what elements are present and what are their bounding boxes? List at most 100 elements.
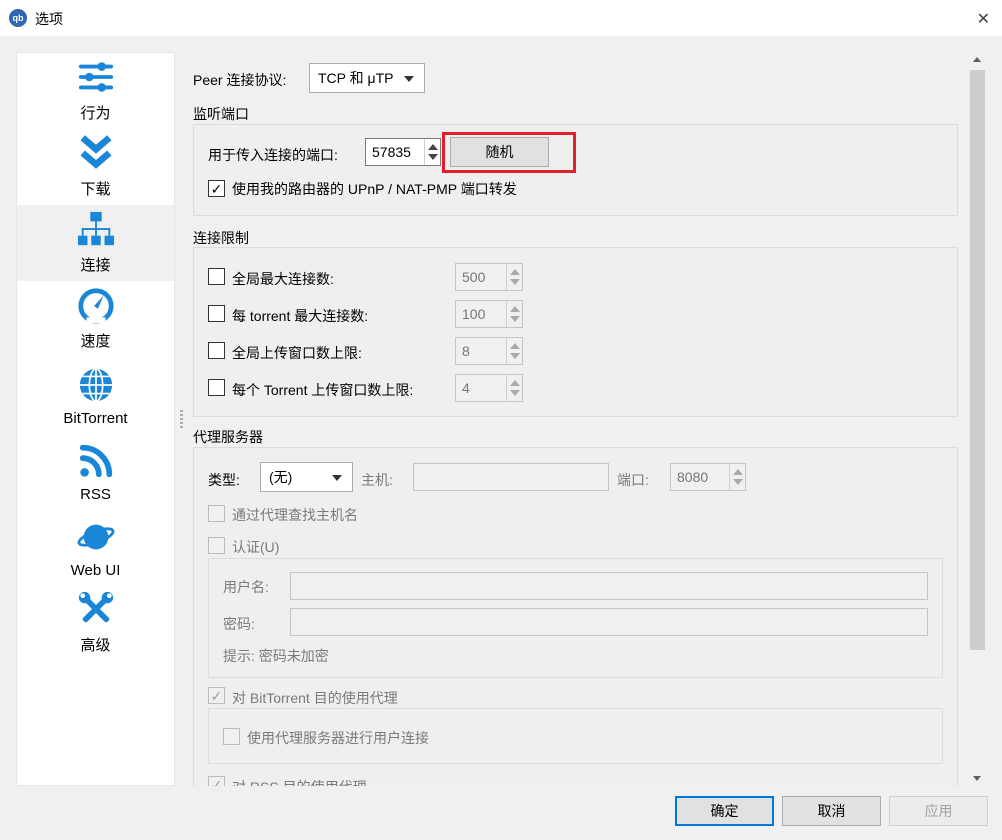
proxy-peer-connections-label: 使用代理服务器进行用户连接 <box>247 730 429 746</box>
per-torrent-max-connections-spinbox[interactable]: 100 <box>455 300 523 328</box>
sidebar-item-connection[interactable]: 连接 <box>17 205 174 281</box>
sidebar-item-speed[interactable]: 速度 <box>17 281 174 357</box>
close-icon[interactable]: ✕ <box>977 9 990 29</box>
spin-down-icon[interactable] <box>510 390 520 396</box>
incoming-port-value: 57835 <box>372 144 411 160</box>
spin-up-icon[interactable] <box>733 469 743 475</box>
title-bar: qb 选项 ✕ <box>0 0 1002 36</box>
sidebar-item-bittorrent[interactable]: BitTorrent <box>17 357 174 433</box>
sidebar-item-label: BitTorrent <box>63 410 128 427</box>
connection-settings-panel: Peer 连接协议: TCP 和 μTP 监听端口 用于传入连接的端口: 578… <box>180 52 967 786</box>
checkmark-icon: ✓ <box>210 776 223 787</box>
per-torrent-upload-slots-spinbox[interactable]: 4 <box>455 374 523 402</box>
scroll-up-icon[interactable] <box>973 57 981 62</box>
proxy-host-label: 主机: <box>361 472 393 488</box>
sidebar-item-label: RSS <box>80 486 111 503</box>
proxy-hostname-lookup-checkbox[interactable] <box>208 505 225 522</box>
sidebar-item-rss[interactable]: RSS <box>17 433 174 509</box>
sidebar-item-label: 高级 <box>80 637 111 654</box>
speedometer-icon <box>77 288 114 324</box>
proxy-type-select[interactable]: (无) <box>260 462 353 492</box>
peer-protocol-value: TCP 和 μTP <box>318 70 394 86</box>
app-logo-icon: qb <box>9 9 27 27</box>
ok-button[interactable]: 确定 <box>675 796 774 826</box>
proxy-port-label: 端口: <box>617 472 649 488</box>
proxy-password-hint: 提示: 密码未加密 <box>223 648 329 664</box>
annotation-highlight-box <box>442 132 576 173</box>
proxy-auth-checkbox[interactable] <box>208 537 225 554</box>
proxy-username-label: 用户名: <box>223 579 269 595</box>
upnp-label: 使用我的路由器的 UPnP / NAT-PMP 端口转发 <box>232 181 517 197</box>
proxy-password-label: 密码: <box>223 616 255 632</box>
cancel-button[interactable]: 取消 <box>782 796 881 826</box>
network-icon <box>77 211 114 246</box>
planet-icon <box>77 524 114 550</box>
spin-up-icon[interactable] <box>510 306 520 312</box>
apply-button[interactable]: 应用 <box>889 796 988 826</box>
proxy-rss-checkbox[interactable]: ✓ <box>208 776 225 786</box>
peer-protocol-select[interactable]: TCP 和 μTP <box>309 63 425 93</box>
spin-up-icon[interactable] <box>510 269 520 275</box>
peer-protocol-label: Peer 连接协议: <box>193 72 287 88</box>
scroll-down-icon[interactable] <box>973 776 981 781</box>
chevron-down-icon <box>332 475 342 481</box>
chevron-down-icon <box>404 76 414 82</box>
sliders-icon <box>78 62 113 92</box>
spin-down-icon[interactable] <box>510 279 520 285</box>
global-upload-slots-value: 8 <box>462 343 470 359</box>
proxy-bittorrent-checkbox[interactable]: ✓ <box>208 687 225 704</box>
checkmark-icon: ✓ <box>210 180 223 197</box>
tools-icon <box>78 591 113 623</box>
sidebar-item-label: 下载 <box>80 181 111 198</box>
global-upload-slots-checkbox[interactable] <box>208 342 225 359</box>
connection-limits-group-title: 连接限制 <box>193 230 249 246</box>
proxy-port-spinbox[interactable]: 8080 <box>670 463 746 491</box>
sidebar-item-behavior[interactable]: 行为 <box>17 53 174 129</box>
scrollbar-thumb[interactable] <box>970 70 985 650</box>
proxy-bittorrent-label: 对 BitTorrent 目的使用代理 <box>232 690 398 706</box>
per-torrent-upload-slots-label: 每个 Torrent 上传窗口数上限: <box>232 382 414 398</box>
listen-port-group-title: 监听端口 <box>193 106 249 122</box>
sidebar-item-label: 速度 <box>80 333 111 350</box>
sidebar-item-label: Web UI <box>70 562 121 579</box>
spin-down-icon[interactable] <box>733 479 743 485</box>
double-chevron-down-icon <box>80 135 111 169</box>
spin-down-icon[interactable] <box>510 316 520 322</box>
spin-up-icon[interactable] <box>510 380 520 386</box>
per-torrent-max-connections-checkbox[interactable] <box>208 305 225 322</box>
globe-icon <box>79 367 112 403</box>
global-upload-slots-spinbox[interactable]: 8 <box>455 337 523 365</box>
proxy-host-input[interactable] <box>413 463 609 491</box>
checkmark-icon: ✓ <box>210 687 223 704</box>
proxy-auth-label: 认证(U) <box>232 539 280 555</box>
per-torrent-max-connections-value: 100 <box>462 306 486 322</box>
window-title: 选项 <box>35 11 63 27</box>
proxy-peer-connections-checkbox[interactable] <box>223 728 240 745</box>
per-torrent-upload-slots-checkbox[interactable] <box>208 379 225 396</box>
per-torrent-max-connections-label: 每 torrent 最大连接数: <box>232 308 369 324</box>
per-torrent-upload-slots-value: 4 <box>462 380 470 396</box>
proxy-type-label: 类型: <box>208 472 240 488</box>
sidebar-item-label: 连接 <box>80 257 111 274</box>
sidebar-item-downloads[interactable]: 下载 <box>17 129 174 205</box>
global-max-connections-checkbox[interactable] <box>208 268 225 285</box>
spin-up-icon[interactable] <box>510 343 520 349</box>
spin-down-icon[interactable] <box>428 154 438 160</box>
spin-up-icon[interactable] <box>428 144 438 150</box>
options-sidebar: 行为 下载 连接 速度 BitTorrent RSS Web UI 高级 <box>16 52 175 786</box>
upnp-checkbox[interactable]: ✓ <box>208 180 225 197</box>
global-upload-slots-label: 全局上传窗口数上限: <box>232 345 362 361</box>
spin-down-icon[interactable] <box>510 353 520 359</box>
proxy-password-input[interactable] <box>290 608 928 636</box>
proxy-username-input[interactable] <box>290 572 928 600</box>
global-max-connections-spinbox[interactable]: 500 <box>455 263 523 291</box>
proxy-type-value: (无) <box>269 469 293 485</box>
proxy-group-title: 代理服务器 <box>193 429 263 445</box>
sidebar-item-webui[interactable]: Web UI <box>17 509 174 585</box>
rss-icon <box>79 444 112 478</box>
sidebar-item-advanced[interactable]: 高级 <box>17 585 174 661</box>
vertical-scrollbar[interactable] <box>969 52 986 786</box>
sidebar-item-label: 行为 <box>80 105 111 122</box>
incoming-port-spinbox[interactable]: 57835 <box>365 138 441 166</box>
proxy-rss-label: 对 RSS 目的使用代理 <box>232 777 367 786</box>
